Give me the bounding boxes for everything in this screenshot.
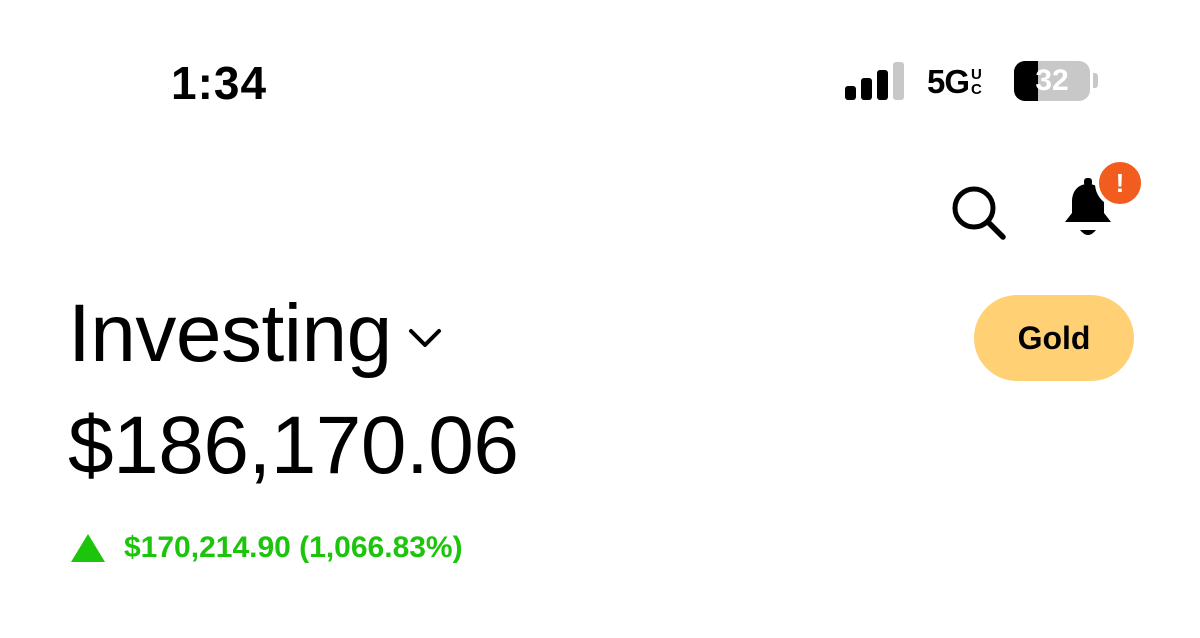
portfolio-value: $186,170.06	[68, 400, 519, 491]
signal-bar	[861, 78, 872, 100]
triangle-up-icon	[71, 534, 105, 562]
notification-badge: !	[1095, 158, 1145, 208]
status-time: 1:34	[171, 57, 268, 109]
status-bar: 1:34 5G U C 32	[0, 0, 1200, 130]
network-type: 5G	[927, 63, 970, 100]
account-title: Investing	[68, 288, 392, 379]
signal-bar	[877, 70, 888, 100]
portfolio-change: $170,214.90 (1,066.83%)	[70, 528, 463, 568]
network-subtype: U C	[971, 67, 982, 97]
cellular-signal-icon	[845, 62, 904, 100]
network-subtype-top: U	[971, 66, 982, 83]
gold-button[interactable]: Gold	[974, 295, 1134, 381]
battery-cap	[1093, 73, 1098, 88]
search-icon	[952, 186, 1006, 240]
network-subtype-bottom: C	[971, 81, 982, 98]
battery-level: 32	[1035, 64, 1069, 97]
portfolio-change-text: $170,214.90 (1,066.83%)	[124, 531, 463, 564]
signal-bar	[845, 86, 856, 100]
search-button[interactable]	[948, 182, 1008, 242]
signal-bar	[893, 62, 904, 100]
network-indicator: 5G U C	[927, 62, 982, 102]
battery-icon: 32	[1014, 61, 1090, 101]
account-selector[interactable]: Investing	[68, 286, 444, 382]
chevron-down-icon	[408, 329, 441, 347]
